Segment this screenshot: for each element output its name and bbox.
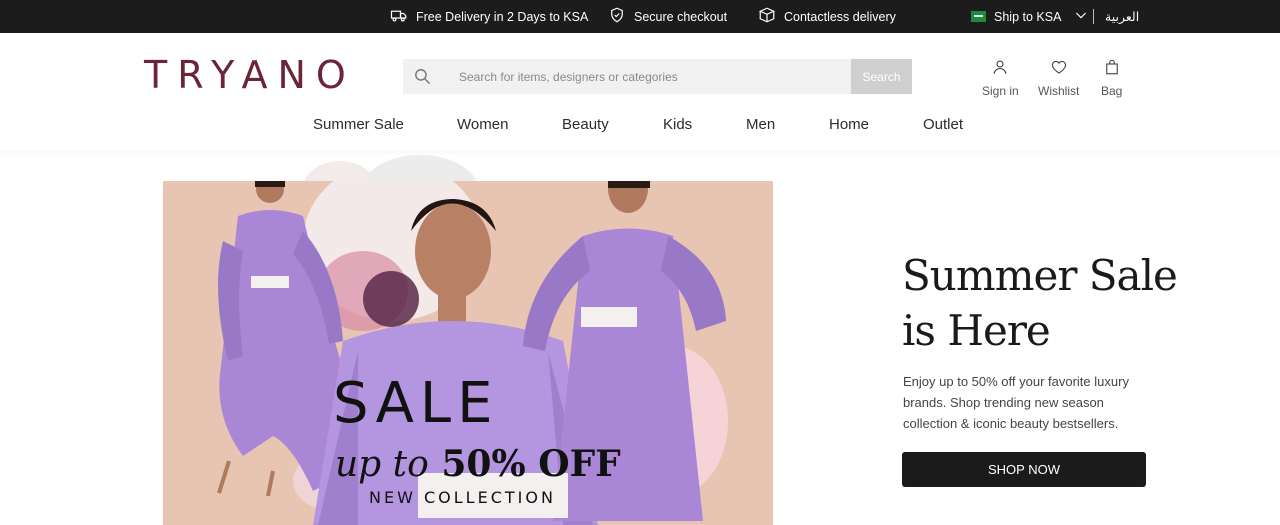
box-icon xyxy=(758,6,776,27)
wishlist-link[interactable]: Wishlist xyxy=(1038,58,1079,98)
bag-icon xyxy=(1103,58,1121,84)
user-icon xyxy=(991,58,1009,84)
contactless-text: Contactless delivery xyxy=(784,9,896,24)
ship-to-selector[interactable]: Ship to KSA xyxy=(971,0,1089,33)
sign-in-label: Sign in xyxy=(982,84,1019,98)
hero-banner[interactable]: SALE up to 50% OFF NEW COLLECTION xyxy=(163,181,773,525)
nav-item-kids[interactable]: Kids xyxy=(663,116,692,133)
secure-text: Secure checkout xyxy=(634,9,728,24)
secure-info: Secure checkout xyxy=(608,0,727,33)
shield-icon xyxy=(608,6,626,27)
nav-item-outlet[interactable]: Outlet xyxy=(923,116,963,133)
promo-title-line1: Summer Sale xyxy=(902,251,1178,300)
heart-icon xyxy=(1050,58,1068,84)
shop-now-button[interactable]: SHOP NOW xyxy=(902,452,1146,487)
hero-sale-heading: SALE xyxy=(333,371,499,436)
site-header: TRYANO Search Sign in Wishlist Bag Summe… xyxy=(0,33,1280,151)
hero-discount-text: up to 50% OFF xyxy=(335,443,621,485)
saudi-flag-icon xyxy=(971,11,986,22)
promo-description: Enjoy up to 50% off your favorite luxury… xyxy=(903,374,1129,431)
nav-item-beauty[interactable]: Beauty xyxy=(562,116,609,133)
nav-item-summer-sale[interactable]: Summer Sale xyxy=(313,116,404,133)
search-input[interactable] xyxy=(459,59,839,94)
hero-upto-prefix: up to xyxy=(335,444,429,485)
bag-link[interactable]: Bag xyxy=(1101,58,1122,98)
language-link[interactable]: العربية xyxy=(1105,9,1139,24)
ship-to-text: Ship to KSA xyxy=(994,9,1062,24)
search-bar: Search xyxy=(403,59,912,94)
nav-item-women[interactable]: Women xyxy=(457,116,508,133)
search-icon[interactable] xyxy=(413,67,432,86)
truck-icon xyxy=(390,6,408,27)
contactless-info: Contactless delivery xyxy=(758,0,896,33)
delivery-text: Free Delivery in 2 Days to KSA xyxy=(416,9,589,24)
top-announcement-bar: Free Delivery in 2 Days to KSA Secure ch… xyxy=(0,0,1280,33)
delivery-info: Free Delivery in 2 Days to KSA xyxy=(390,0,588,33)
hero-collection-text: NEW COLLECTION xyxy=(369,488,556,507)
search-button[interactable]: Search xyxy=(851,59,912,94)
promo-title: Summer Sale is Here xyxy=(902,248,1202,358)
main-nav: Summer Sale Women Beauty Kids Men Home O… xyxy=(0,116,1280,136)
language-switch[interactable]: العربية xyxy=(1105,0,1139,33)
nav-item-home[interactable]: Home xyxy=(829,116,869,133)
site-logo[interactable]: TRYANO xyxy=(144,53,356,97)
nav-item-men[interactable]: Men xyxy=(746,116,775,133)
divider xyxy=(1093,9,1094,24)
promo-title-line2: is Here xyxy=(902,306,1051,355)
bag-label: Bag xyxy=(1101,84,1123,98)
chevron-down-icon xyxy=(1073,7,1089,26)
hero-upto-value: 50% OFF xyxy=(441,443,621,485)
wishlist-label: Wishlist xyxy=(1038,84,1080,98)
sign-in-link[interactable]: Sign in xyxy=(982,58,1019,98)
